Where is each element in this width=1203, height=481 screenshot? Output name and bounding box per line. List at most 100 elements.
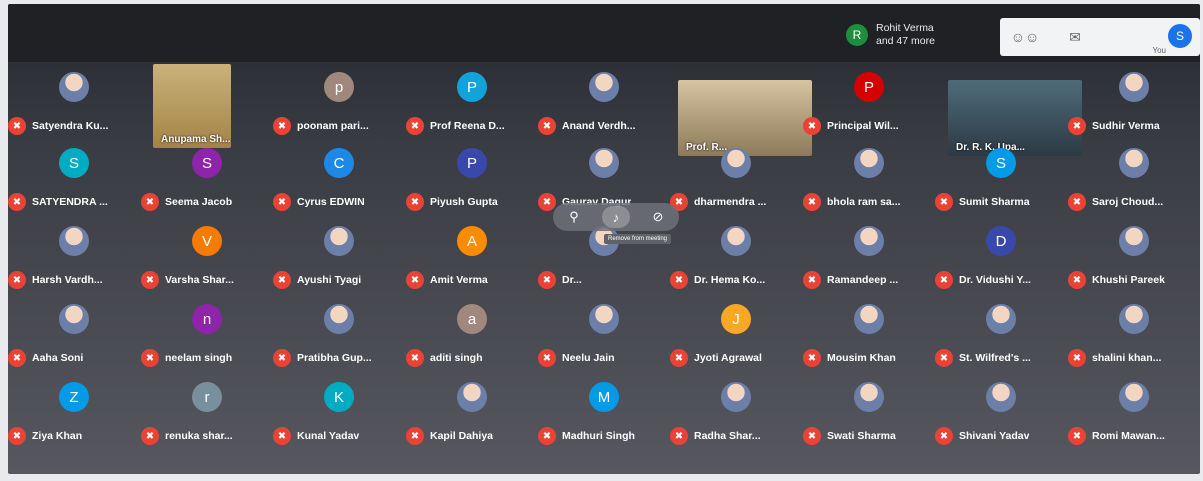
participant-avatar: r xyxy=(192,382,222,412)
participant-tile[interactable]: ✖ Sudhir Verma xyxy=(1068,62,1200,136)
participant-avatar xyxy=(59,304,89,334)
participant-tile[interactable]: C ✖ Cyrus EDWIN xyxy=(273,138,405,212)
participant-avatar xyxy=(986,304,1016,334)
participant-name: Dr. Vidushi Y... xyxy=(959,274,1031,286)
participant-name: Harsh Vardh... xyxy=(32,274,103,286)
participant-tile[interactable]: ✖ Satyendra Ku... xyxy=(8,62,140,136)
participant-tile[interactable]: ✖ shalini khan... xyxy=(1068,294,1200,368)
participant-tile[interactable]: V ✖ Varsha Shar... xyxy=(141,216,273,290)
participant-video[interactable]: Anupama Sh... xyxy=(153,64,231,148)
participant-tile[interactable]: ✖ Aaha Soni xyxy=(8,294,140,368)
participant-avatar xyxy=(457,382,487,412)
participant-tile[interactable]: K ✖ Kunal Yadav xyxy=(273,372,405,446)
participant-avatar xyxy=(854,226,884,256)
participant-tile[interactable]: P ✖ Prof Reena D... xyxy=(406,62,538,136)
participants-summary[interactable]: R Rohit Verma and 47 more xyxy=(846,22,935,48)
participant-avatar: S xyxy=(59,148,89,178)
participant-tile[interactable]: S ✖ Seema Jacob xyxy=(141,138,273,212)
mic-muted-icon: ✖ xyxy=(1068,271,1086,289)
control-panel: ☺☺ ✉ S You xyxy=(1000,18,1200,56)
self-avatar[interactable]: S xyxy=(1168,24,1192,48)
participant-tile[interactable]: ✖ Saroj Choud... xyxy=(1068,138,1200,212)
participant-tile[interactable]: ✖ St. Wilfred's ... xyxy=(935,294,1067,368)
participant-name: Amit Verma xyxy=(430,274,488,286)
mic-muted-icon: ✖ xyxy=(670,271,688,289)
participant-avatar xyxy=(324,226,354,256)
mic-muted-icon: ✖ xyxy=(141,427,159,445)
participant-name: Neelu Jain xyxy=(562,352,615,364)
participant-tile[interactable]: Z ✖ Ziya Khan xyxy=(8,372,140,446)
participant-avatar xyxy=(721,148,751,178)
mic-muted-icon: ✖ xyxy=(141,349,159,367)
participant-tile[interactable]: ✖ Ramandeep ... xyxy=(803,216,935,290)
participant-tile[interactable]: P ✖ Principal Wil... xyxy=(803,62,935,136)
participant-name: dharmendra ... xyxy=(694,196,767,208)
participant-tile[interactable]: ✖ bhola ram sa... xyxy=(803,138,935,212)
participant-tile[interactable]: ✖ Romi Mawan... xyxy=(1068,372,1200,446)
participant-tile[interactable]: S ✖ SATYENDRA ... xyxy=(8,138,140,212)
people-icon[interactable]: ☺☺ xyxy=(1000,29,1050,45)
mic-muted-icon: ✖ xyxy=(8,427,26,445)
top-bar: R Rohit Verma and 47 more ☺☺ ✉ S You xyxy=(8,4,1200,62)
participant-avatar: p xyxy=(324,72,354,102)
participant-name: poonam pari... xyxy=(297,120,369,132)
participant-tile[interactable]: ✖ Khushi Pareek xyxy=(1068,216,1200,290)
participant-tile[interactable]: p ✖ poonam pari... xyxy=(273,62,405,136)
participant-tile[interactable]: r ✖ renuka shar... xyxy=(141,372,273,446)
participant-tile[interactable]: ✖ Gaurav Dagur xyxy=(538,138,670,212)
participant-avatar: P xyxy=(854,72,884,102)
participant-tile[interactable]: ✖ Anand Verdh... xyxy=(538,62,670,136)
participant-tile[interactable]: ✖ Dr. Hema Ko... xyxy=(670,216,802,290)
participant-avatar: S xyxy=(192,148,222,178)
participant-name: aditi singh xyxy=(430,352,483,364)
participant-name: Swati Sharma xyxy=(827,430,896,442)
participant-name: Dr... xyxy=(562,274,582,286)
participant-tile[interactable]: ✖ Shivani Yadav xyxy=(935,372,1067,446)
remove-icon[interactable]: ⊘ xyxy=(644,206,672,228)
mic-muted-icon: ✖ xyxy=(538,349,556,367)
participant-tile[interactable]: ✖ Radha Shar... xyxy=(670,372,802,446)
participant-tile[interactable]: ✖ Pratibha Gup... xyxy=(273,294,405,368)
participant-avatar xyxy=(854,304,884,334)
chat-icon[interactable]: ✉ xyxy=(1050,29,1100,46)
participant-tile[interactable]: n ✖ neelam singh xyxy=(141,294,273,368)
participant-tile[interactable]: D ✖ Dr. Vidushi Y... xyxy=(935,216,1067,290)
pin-icon[interactable]: ⚲ xyxy=(560,206,588,228)
participant-tile[interactable]: S ✖ Sumit Sharma xyxy=(935,138,1067,212)
participant-avatar xyxy=(59,226,89,256)
participant-name: Ziya Khan xyxy=(32,430,83,442)
participant-tile[interactable]: P ✖ Piyush Gupta xyxy=(406,138,538,212)
participant-tile[interactable]: ✖ Swati Sharma xyxy=(803,372,935,446)
participant-tile[interactable]: ✖ Kapil Dahiya xyxy=(406,372,538,446)
participant-name: Romi Mawan... xyxy=(1092,430,1165,442)
participant-avatar xyxy=(1119,304,1149,334)
participant-name: Piyush Gupta xyxy=(430,196,498,208)
mic-muted-icon: ✖ xyxy=(803,349,821,367)
mic-muted-icon: ✖ xyxy=(538,271,556,289)
mic-muted-icon: ✖ xyxy=(406,349,424,367)
participant-name: Saroj Choud... xyxy=(1092,196,1164,208)
participant-tile[interactable]: ✖ dharmendra ... xyxy=(670,138,802,212)
mute-icon[interactable]: ♪ xyxy=(602,206,630,228)
participant-tile[interactable]: A ✖ Amit Verma xyxy=(406,216,538,290)
participant-name: Shivani Yadav xyxy=(959,430,1030,442)
participant-avatar xyxy=(1119,226,1149,256)
participant-tile[interactable]: ✖ Neelu Jain xyxy=(538,294,670,368)
participant-avatar: M xyxy=(589,382,619,412)
participant-name: Ramandeep ... xyxy=(827,274,899,286)
participant-tile[interactable]: J ✖ Jyoti Agrawal xyxy=(670,294,802,368)
participant-avatar: S xyxy=(986,148,1016,178)
participant-tile[interactable]: ✖ Harsh Vardh... xyxy=(8,216,140,290)
participant-avatar xyxy=(589,148,619,178)
participant-tile[interactable]: M ✖ Madhuri Singh xyxy=(538,372,670,446)
mic-muted-icon: ✖ xyxy=(141,193,159,211)
tile-hover-controls: ⚲ ♪ ⊘ xyxy=(553,203,679,231)
mic-muted-icon: ✖ xyxy=(803,193,821,211)
mic-muted-icon: ✖ xyxy=(1068,427,1086,445)
participant-tile[interactable]: a ✖ aditi singh xyxy=(406,294,538,368)
participant-avatar xyxy=(854,382,884,412)
participant-name: Cyrus EDWIN xyxy=(297,196,365,208)
mic-muted-icon: ✖ xyxy=(406,193,424,211)
participant-tile[interactable]: ✖ Ayushi Tyagi xyxy=(273,216,405,290)
participant-tile[interactable]: ✖ Mousim Khan xyxy=(803,294,935,368)
